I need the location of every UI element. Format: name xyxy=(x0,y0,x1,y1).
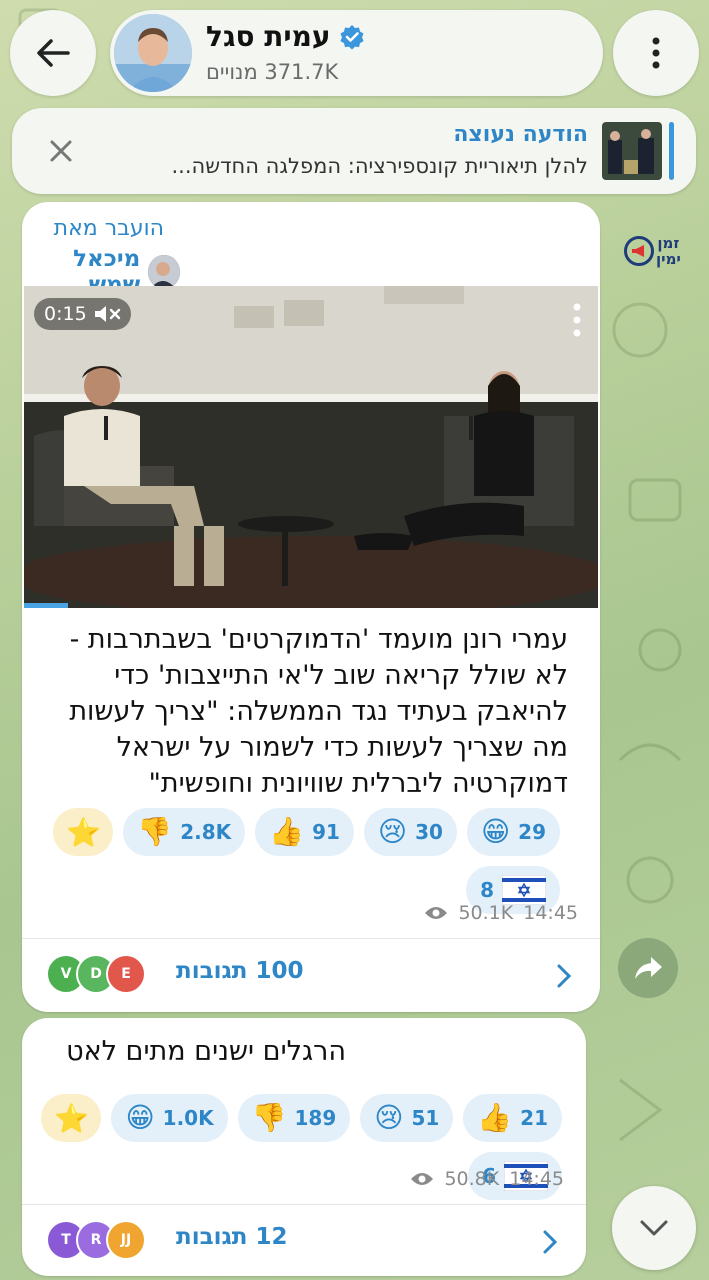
muted-icon xyxy=(94,306,120,322)
reaction-thumbs-down[interactable]: 👎 2.8K xyxy=(123,808,246,856)
thumbs-up-icon: 👍 xyxy=(269,815,305,848)
video-progress xyxy=(24,603,68,608)
side-logo-text: זמן ימין xyxy=(656,234,681,268)
reaction-count: 29 xyxy=(518,820,546,844)
channel-avatar[interactable] xyxy=(114,14,192,92)
reaction-thumbs-up[interactable]: 👍 91 xyxy=(255,808,354,856)
megaphone-icon xyxy=(624,236,654,266)
reaction-count: 21 xyxy=(520,1106,548,1130)
thumbs-down-icon: 👎 xyxy=(137,815,173,848)
reaction-smile[interactable]: 😁 29 xyxy=(466,808,560,856)
thumbs-up-icon: 👍 xyxy=(477,1101,513,1134)
chevron-down-icon xyxy=(640,1220,668,1236)
channel-header[interactable]: עמית סגל 371.7K מנויים xyxy=(110,10,603,96)
person-photo xyxy=(114,14,192,92)
israel-flag-icon xyxy=(502,875,546,905)
reactions-bar: 😁 29 😢 30 👍 91 👎 2.8K ⭐ 8 xyxy=(40,808,560,914)
reaction-smile[interactable]: 😁 1.0K xyxy=(111,1094,228,1142)
reaction-cry[interactable]: 😢 30 xyxy=(363,808,457,856)
views-eye-icon xyxy=(411,1173,434,1185)
reaction-thumbs-down[interactable]: 👎 189 xyxy=(237,1094,351,1142)
pinned-indicator xyxy=(669,122,674,180)
top-bar: עמית סגל 371.7K מנויים xyxy=(10,10,699,96)
pinned-thumbnail xyxy=(602,122,662,180)
close-icon[interactable] xyxy=(42,132,80,170)
divider xyxy=(22,938,600,939)
forwarded-label: הועבר מאת xyxy=(53,216,164,241)
views-eye-icon xyxy=(425,907,448,919)
views-count: 50.1K xyxy=(458,902,514,924)
reaction-star[interactable]: ⭐ xyxy=(53,808,114,856)
video-time: 0:15 xyxy=(44,303,87,325)
message-time: 14:45 xyxy=(509,1168,564,1190)
message-bubble[interactable]: הועבר מאת מיכאל שמש 0:15 עמרי רונן מועמד… xyxy=(22,202,600,1012)
reaction-star[interactable]: ⭐ xyxy=(41,1094,102,1142)
message-time: 14:45 xyxy=(523,902,578,924)
reaction-thumbs-up[interactable]: 👍 21 xyxy=(463,1094,562,1142)
crying-face-icon: 😢 xyxy=(374,1101,404,1134)
avatar: JJ xyxy=(106,1220,146,1260)
channel-name: עמית סגל xyxy=(206,20,331,53)
grinning-face-icon: 😁 xyxy=(125,1101,155,1134)
arrow-left-icon xyxy=(37,39,70,67)
commenter-avatars: V D E xyxy=(46,954,156,994)
more-vertical-icon xyxy=(652,37,660,69)
star-icon: ⭐ xyxy=(54,1101,89,1135)
pinned-title: הודעה נעוצה xyxy=(453,122,588,147)
reaction-count: 8 xyxy=(480,878,494,902)
share-button[interactable] xyxy=(618,938,678,998)
channel-side-logo: זמן ימין xyxy=(624,228,694,274)
comments-count: 12 תגובות xyxy=(176,1224,288,1250)
reaction-count: 1.0K xyxy=(162,1106,214,1130)
back-button[interactable] xyxy=(10,10,96,96)
message-text: עמרי רונן מועמד 'הדמוקרטים' בשבתרבות - ל… xyxy=(69,624,568,799)
message-meta: 50.1K 14:45 xyxy=(424,902,578,924)
reaction-count: 51 xyxy=(411,1106,440,1130)
share-arrow-icon xyxy=(635,957,662,979)
forwarded-avatar xyxy=(148,255,180,289)
reaction-cry[interactable]: 😢 51 xyxy=(360,1094,454,1142)
video-player[interactable]: 0:15 xyxy=(24,286,598,608)
comments-count: 100 תגובות xyxy=(176,958,304,984)
reaction-count: 30 xyxy=(415,820,443,844)
message-meta: 50.8K 14:45 xyxy=(410,1168,564,1190)
views-count: 50.8K xyxy=(444,1168,500,1190)
thumbs-down-icon: 👎 xyxy=(251,1101,287,1134)
chevron-right-icon xyxy=(557,964,572,988)
comments-link[interactable]: V D E 100 תגובות xyxy=(22,940,600,1010)
avatar: E xyxy=(106,954,146,994)
video-options-icon[interactable] xyxy=(568,302,586,338)
scroll-down-button[interactable] xyxy=(612,1186,696,1270)
grinning-face-icon: 😁 xyxy=(480,815,511,848)
message-bubble[interactable]: הרגלים ישנים מתים לאט 👍 21 😢 51 👎 189 😁 1.0K… xyxy=(22,1018,586,1276)
commenter-avatars: T R JJ xyxy=(46,1220,156,1260)
crying-face-icon: 😢 xyxy=(377,815,408,848)
verified-badge-icon xyxy=(340,24,364,50)
star-icon: ⭐ xyxy=(65,815,101,849)
more-menu-button[interactable] xyxy=(613,10,699,96)
reaction-count: 91 xyxy=(312,820,340,844)
channel-title: עמית סגל xyxy=(206,20,365,53)
message-text: הרגלים ישנים מתים לאט xyxy=(66,1036,346,1067)
comments-link[interactable]: T R JJ 12 תגובות xyxy=(22,1206,586,1276)
video-duration-badge[interactable]: 0:15 xyxy=(34,298,131,330)
reaction-count: 189 xyxy=(294,1106,337,1130)
divider xyxy=(22,1204,586,1205)
subscriber-count: 371.7K מנויים xyxy=(206,60,339,84)
chevron-right-icon xyxy=(543,1230,558,1254)
pinned-message-bar[interactable]: הודעה נעוצה להלן תיאוריית קונספירציה: המ… xyxy=(12,108,696,194)
video-frame xyxy=(24,286,598,608)
reaction-count: 2.8K xyxy=(180,820,232,844)
pinned-preview: להלן תיאוריית קונספירציה: המפלגה החדשה..… xyxy=(171,154,588,178)
